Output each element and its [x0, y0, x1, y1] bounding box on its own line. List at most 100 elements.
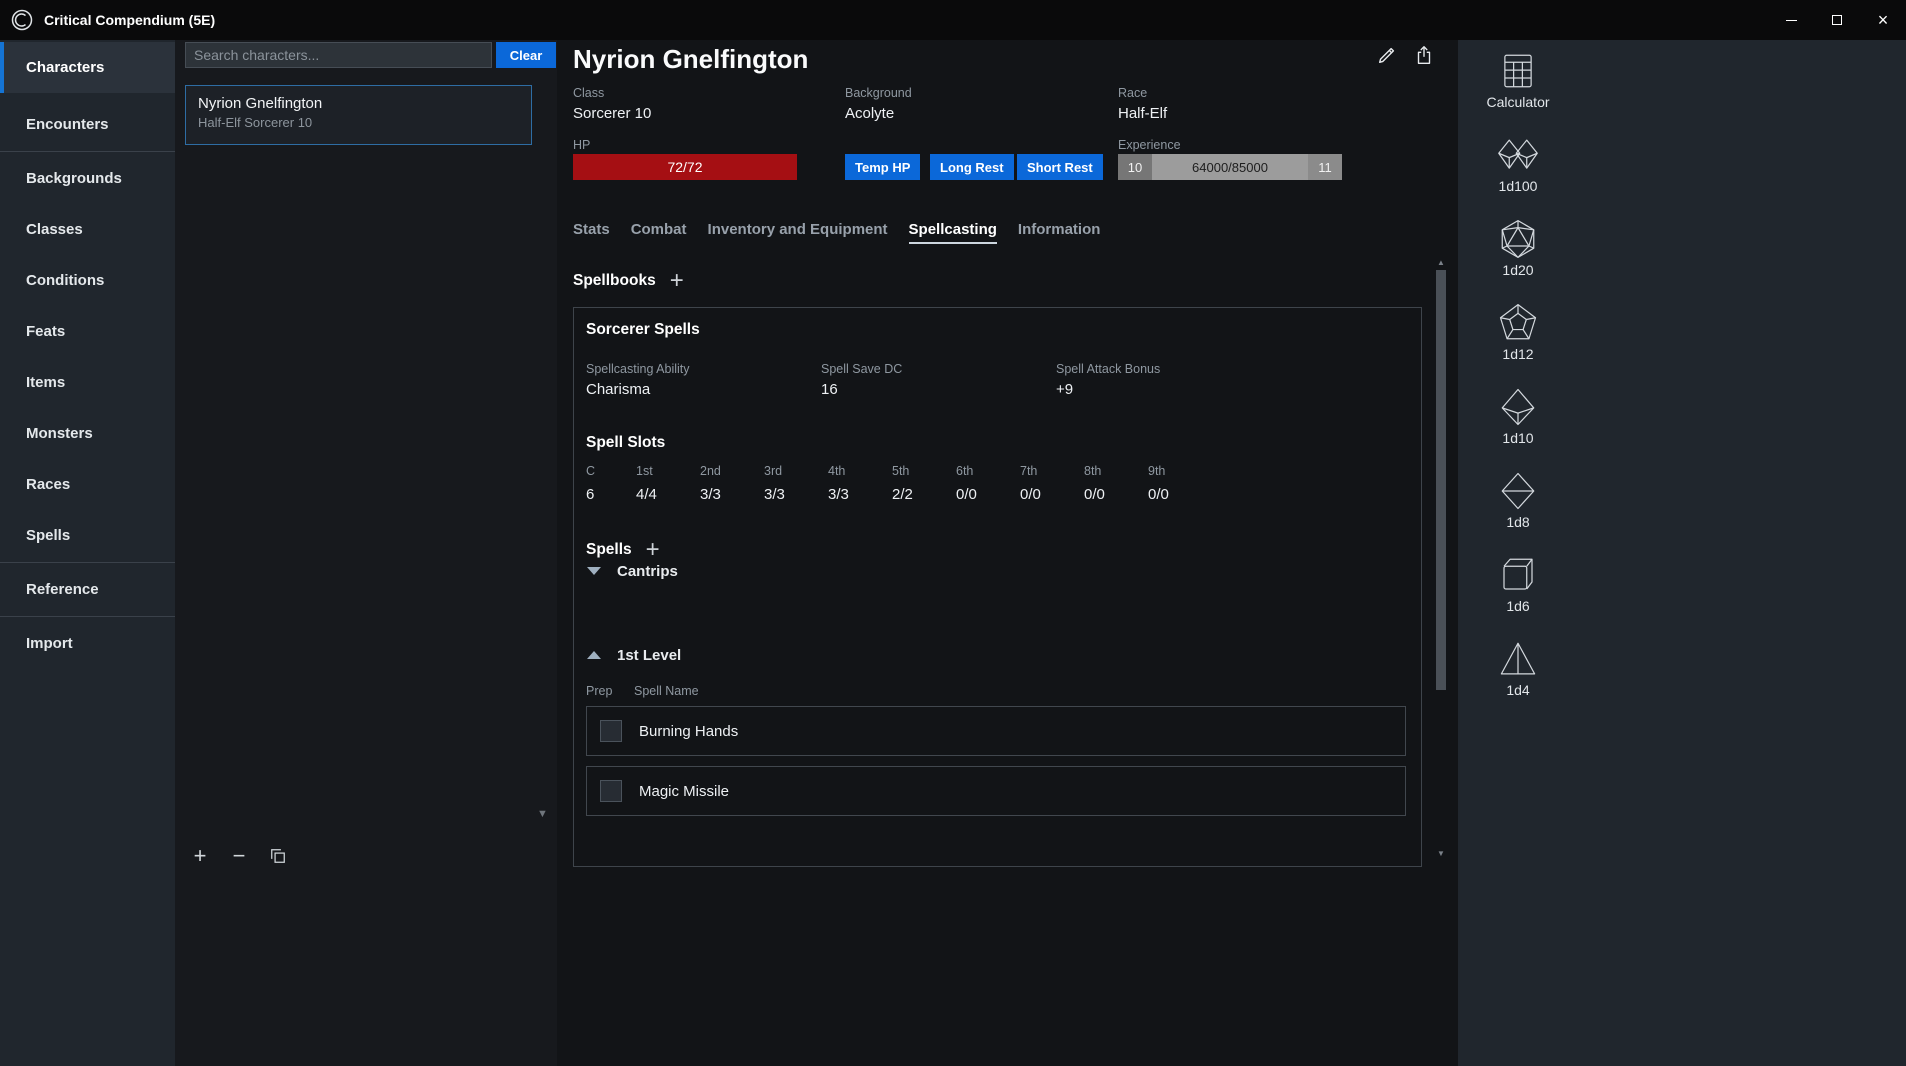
- search-input[interactable]: [185, 42, 492, 68]
- scroll-down-button[interactable]: ▼: [1434, 846, 1448, 860]
- sidebar-item-reference[interactable]: Reference: [0, 564, 175, 615]
- close-button[interactable]: ×: [1860, 0, 1906, 40]
- sidebar-item-label: Characters: [26, 59, 104, 76]
- experience-bar: 10 64000/85000 11: [1118, 154, 1342, 180]
- sidebar-item-items[interactable]: Items: [0, 357, 175, 408]
- short-rest-button[interactable]: Short Rest: [1017, 154, 1103, 180]
- sidebar-item-import[interactable]: Import: [0, 618, 175, 669]
- scrollbar-thumb[interactable]: [1436, 270, 1446, 690]
- sidebar-item-label: Feats: [26, 323, 65, 340]
- spell-row[interactable]: Burning Hands: [586, 706, 1406, 756]
- spells-header: Spells +: [586, 540, 660, 560]
- slot-column: 9th 0/0: [1148, 464, 1212, 503]
- dice-1d4[interactable]: 1d4: [1486, 638, 1550, 722]
- window-title: Critical Compendium (5E): [44, 12, 215, 28]
- slot-column: 8th 0/0: [1084, 464, 1148, 503]
- dice-calculator[interactable]: Calculator: [1486, 50, 1550, 134]
- dice-1d6[interactable]: 1d6: [1486, 554, 1550, 638]
- calculator-icon: [1495, 50, 1541, 92]
- dice-1d8[interactable]: 1d8: [1486, 470, 1550, 554]
- app-window: Critical Compendium (5E) × Characters En…: [0, 0, 1906, 1066]
- hp-label: HP: [573, 138, 590, 152]
- slot-column: 1st 4/4: [636, 464, 700, 503]
- sidebar-item-characters[interactable]: Characters: [0, 42, 175, 93]
- chevron-down-icon: [587, 567, 601, 575]
- export-character-button[interactable]: [1412, 44, 1436, 68]
- sidebar-item-label: Monsters: [26, 425, 93, 442]
- spells-title: Spells: [586, 541, 632, 559]
- spellbooks-title: Spellbooks: [573, 272, 656, 290]
- class-label: Class: [573, 86, 651, 100]
- spell-group-1st-level[interactable]: 1st Level: [587, 642, 681, 668]
- spell-columns-header: Prep Spell Name: [586, 684, 699, 698]
- scrollbar[interactable]: ▲ ▼: [1434, 255, 1448, 860]
- d12-icon: [1495, 302, 1541, 344]
- sidebar-item-feats[interactable]: Feats: [0, 306, 175, 357]
- list-scroll-down-icon[interactable]: ▼: [537, 808, 548, 820]
- slot-column: 3rd 3/3: [764, 464, 828, 503]
- spellbooks-header: Spellbooks +: [573, 271, 684, 291]
- titlebar: Critical Compendium (5E) ×: [0, 0, 1906, 40]
- sidebar-item-label: Spells: [26, 527, 70, 544]
- temp-hp-button[interactable]: Temp HP: [845, 154, 920, 180]
- sidebar-item-label: Items: [26, 374, 65, 391]
- spell-attack-bonus-value: +9: [1056, 381, 1160, 398]
- prepared-checkbox[interactable]: [600, 780, 622, 802]
- tab-information[interactable]: Information: [1018, 221, 1101, 244]
- tab-spellcasting[interactable]: Spellcasting: [909, 221, 997, 244]
- window-controls: ×: [1768, 0, 1906, 40]
- spell-row[interactable]: Magic Missile: [586, 766, 1406, 816]
- sidebar-item-conditions[interactable]: Conditions: [0, 255, 175, 306]
- clear-search-button[interactable]: Clear: [496, 42, 556, 68]
- add-spellbook-button[interactable]: +: [670, 271, 684, 291]
- d100-icon: [1495, 134, 1541, 176]
- sidebar-item-monsters[interactable]: Monsters: [0, 408, 175, 459]
- sidebar-item-label: Encounters: [26, 116, 109, 133]
- long-rest-button[interactable]: Long Rest: [930, 154, 1014, 180]
- hp-bar: 72/72: [573, 154, 797, 180]
- edit-character-button[interactable]: [1375, 44, 1399, 68]
- tab-stats[interactable]: Stats: [573, 221, 610, 244]
- dice-panel: Calculator 1d100: [1458, 40, 1906, 1066]
- remove-character-button[interactable]: −: [228, 844, 250, 868]
- class-value: Sorcerer 10: [573, 105, 651, 122]
- sidebar-item-races[interactable]: Races: [0, 459, 175, 510]
- d8-icon: [1495, 470, 1541, 512]
- dice-1d20[interactable]: 1d20: [1486, 218, 1550, 302]
- spellbook-title: Sorcerer Spells: [586, 321, 700, 339]
- character-list-item[interactable]: Nyrion Gnelfington Half-Elf Sorcerer 10: [185, 85, 532, 145]
- tab-combat[interactable]: Combat: [631, 221, 687, 244]
- duplicate-character-button[interactable]: [267, 844, 289, 868]
- minimize-icon: [1786, 20, 1797, 21]
- add-spell-button[interactable]: +: [646, 540, 660, 560]
- character-list-panel: Clear Nyrion Gnelfington Half-Elf Sorcer…: [175, 40, 557, 1066]
- sidebar-item-label: Conditions: [26, 272, 104, 289]
- sidebar-item-spells[interactable]: Spells: [0, 510, 175, 561]
- sidebar-item-encounters[interactable]: Encounters: [0, 99, 175, 150]
- character-search-row: Clear: [185, 42, 556, 68]
- tab-inventory-and-equipment[interactable]: Inventory and Equipment: [708, 221, 888, 244]
- slot-column: 6th 0/0: [956, 464, 1020, 503]
- prepared-checkbox[interactable]: [600, 720, 622, 742]
- dice-1d12[interactable]: 1d12: [1486, 302, 1550, 386]
- spell-group-cantrips[interactable]: Cantrips: [587, 558, 678, 584]
- xp-value: 64000/85000: [1152, 154, 1308, 180]
- dice-1d10[interactable]: 1d10: [1486, 386, 1550, 470]
- sidebar-item-backgrounds[interactable]: Backgrounds: [0, 153, 175, 204]
- slot-column: 7th 0/0: [1020, 464, 1084, 503]
- background-value: Acolyte: [845, 105, 912, 122]
- character-sheet: Nyrion Gnelfington Class Sorcerer 10: [557, 40, 1458, 1066]
- slot-column: C 6: [586, 464, 636, 503]
- scroll-up-button[interactable]: ▲: [1434, 255, 1448, 269]
- copy-icon: [268, 846, 288, 866]
- maximize-button[interactable]: [1814, 0, 1860, 40]
- dice-1d100[interactable]: 1d100: [1486, 134, 1550, 218]
- minimize-button[interactable]: [1768, 0, 1814, 40]
- spell-attack-bonus-field: Spell Attack Bonus +9: [1056, 362, 1160, 398]
- slot-column: 2nd 3/3: [700, 464, 764, 503]
- add-character-button[interactable]: +: [189, 844, 211, 868]
- slot-column: 4th 3/3: [828, 464, 892, 503]
- d6-icon: [1495, 554, 1541, 596]
- sidebar-item-classes[interactable]: Classes: [0, 204, 175, 255]
- sidebar-divider: [0, 151, 175, 152]
